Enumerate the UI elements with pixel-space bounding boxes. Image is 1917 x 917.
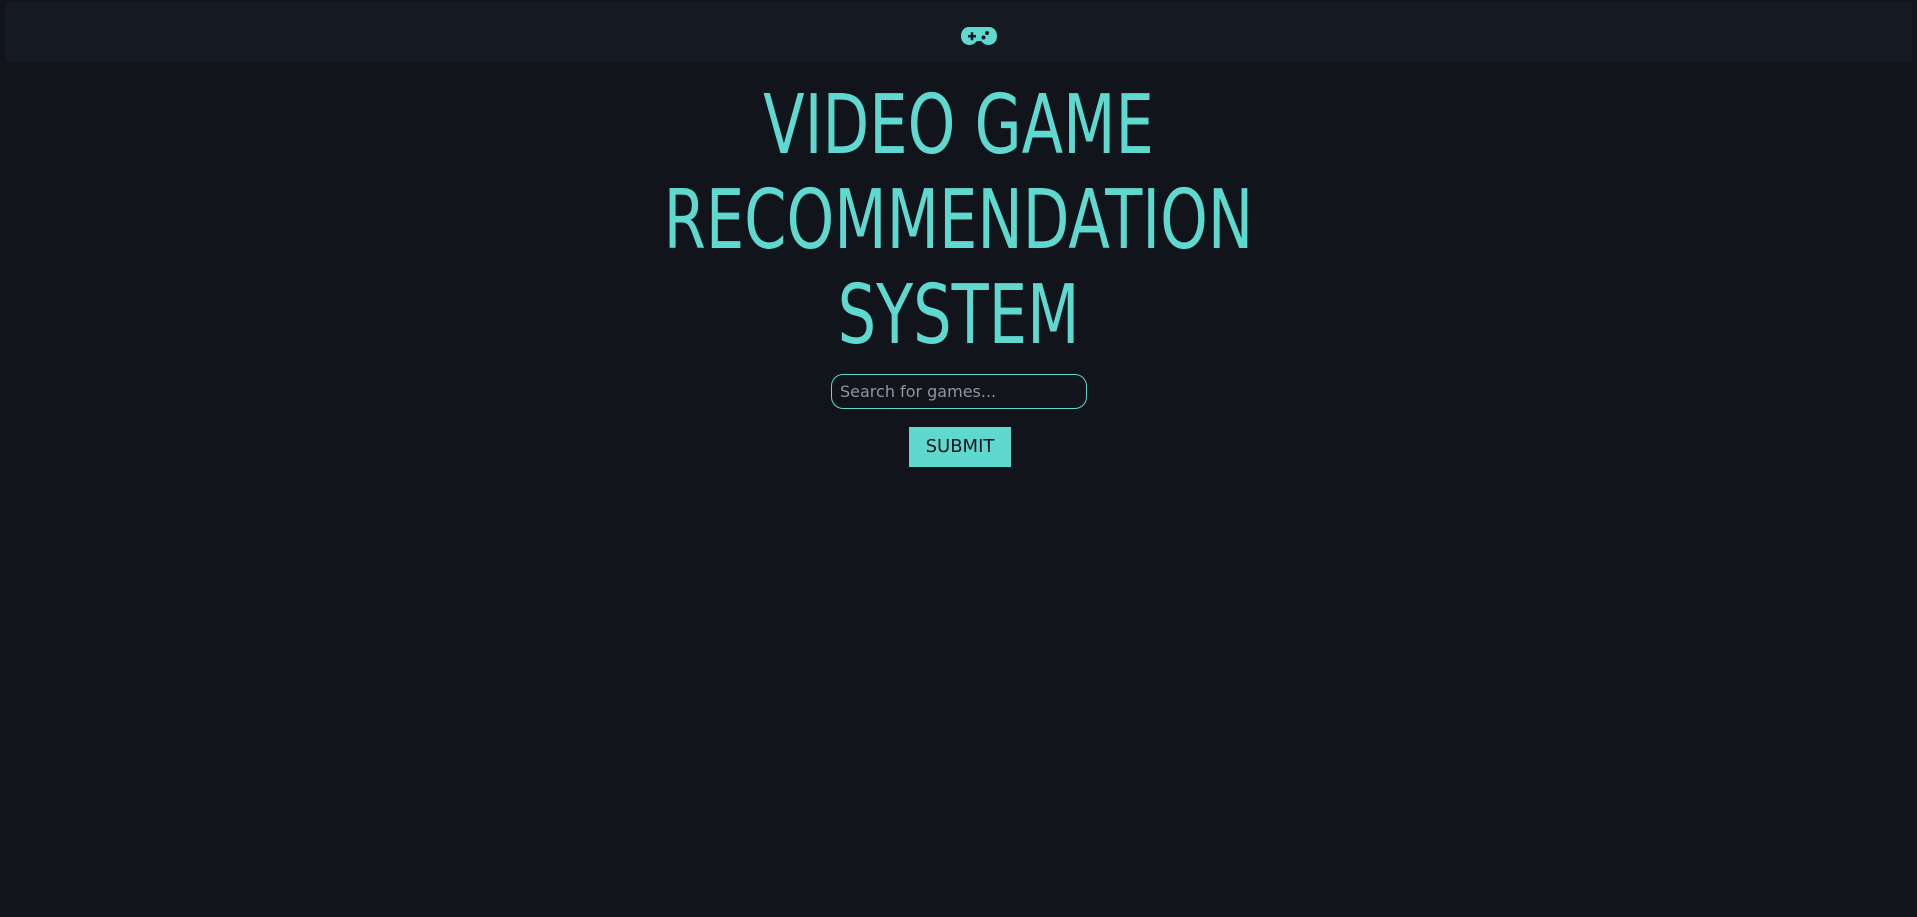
- page-title: VIDEO GAME RECOMMENDATION SYSTEM: [249, 78, 1668, 363]
- hero-section: VIDEO GAME RECOMMENDATION SYSTEM: [0, 78, 1917, 363]
- gamepad-icon[interactable]: [960, 24, 998, 48]
- game-search-input[interactable]: [831, 374, 1087, 409]
- submit-button[interactable]: SUBMIT: [909, 427, 1011, 467]
- page-title-line-recommendation: RECOMMENDATION: [663, 173, 1254, 268]
- page-title-line-system: SYSTEM: [837, 268, 1080, 363]
- page-title-line-video-game: VIDEO GAME: [763, 78, 1154, 173]
- top-navigation-bar: [5, 2, 1912, 62]
